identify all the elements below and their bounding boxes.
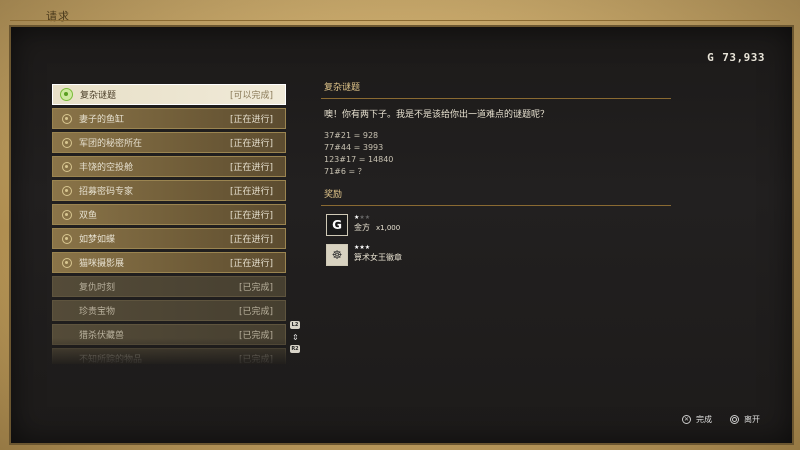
circle-button-icon	[730, 415, 739, 424]
quest-marker-icon	[62, 161, 72, 172]
quest-item[interactable]: 丰饶的空投舱 [正在进行]	[52, 156, 286, 177]
quest-detail: 复杂谜题 噢！你有两下子。我是不是该给你出一道难点的谜题呢？ 37#21 = 9…	[321, 80, 671, 266]
quest-status: [正在进行]	[229, 259, 273, 269]
quest-name: 招募密码专家	[79, 187, 134, 197]
quest-item[interactable]: 复杂谜题 [可以完成]	[52, 84, 286, 105]
puzzle-line: 77#44 = 3993	[324, 143, 384, 152]
reward-name: 算术女王徽章	[354, 252, 408, 263]
gold-coin-icon: G	[326, 214, 348, 236]
quest-marker-icon	[62, 113, 72, 124]
quest-item[interactable]: 招募密码专家 [正在进行]	[52, 180, 286, 201]
title-divider	[10, 20, 780, 21]
quest-status: [正在进行]	[229, 115, 273, 125]
quest-item[interactable]: 妻子的鱼缸 [正在进行]	[52, 108, 286, 129]
up-down-arrows-icon: ⇕	[292, 333, 299, 342]
currency-amount: 73,933	[722, 51, 765, 64]
puzzle-line: 37#21 = 928	[324, 131, 379, 140]
rewards-divider	[321, 205, 671, 206]
quest-status: [已完成]	[238, 355, 273, 364]
quest-item[interactable]: 猎杀伏藏兽 [已完成]	[52, 324, 286, 345]
quest-status: [已完成]	[238, 283, 273, 293]
quest-item[interactable]: 珍贵宝物 [已完成]	[52, 300, 286, 321]
quest-name: 不知所踪的物品	[79, 355, 143, 364]
quest-item[interactable]: 双鱼 [正在进行]	[52, 204, 286, 225]
quest-name: 妻子的鱼缸	[79, 115, 125, 125]
quest-name: 复杂谜题	[80, 91, 117, 101]
quest-status: [可以完成]	[229, 91, 273, 101]
scroll-down-button[interactable]: R2	[290, 345, 300, 353]
rewards-title: 奖励	[324, 190, 343, 200]
quest-marker-icon	[62, 137, 72, 148]
quest-name: 如梦如蝶	[79, 235, 116, 245]
quest-status: [已完成]	[238, 307, 273, 317]
cross-button-icon: ✕	[682, 415, 691, 424]
quest-status: [正在进行]	[229, 163, 273, 173]
gold-icon: G	[707, 51, 715, 64]
scroll-hint: L2 ⇕ R2	[290, 321, 302, 355]
footer-actions: ✕ 完成 离开	[664, 414, 760, 425]
reward-name-text: 金方	[354, 223, 370, 232]
detail-description: 噢！你有两下子。我是不是该给你出一道难点的谜题呢？	[324, 110, 550, 120]
quest-status: [正在进行]	[229, 187, 273, 197]
badge-icon: ☸	[326, 244, 348, 266]
puzzle-line: 123#17 = 14840	[324, 155, 394, 164]
quest-status: [正在进行]	[229, 211, 273, 221]
reward-quantity: x1,000	[376, 224, 401, 232]
quest-item[interactable]: 不知所踪的物品 [已完成]	[52, 348, 286, 364]
puzzle-lines: 37#21 = 928 77#44 = 3993 123#17 = 14840 71#…	[324, 130, 671, 178]
quest-item[interactable]: 复仇时刻 [已完成]	[52, 276, 286, 297]
leave-button[interactable]: 离开	[730, 414, 760, 425]
rewards-list: G ★★★ 金方 x1,000 ☸ ★★★ 算术女王徽章	[321, 214, 671, 266]
reward-item: ☸ ★★★ 算术女王徽章	[326, 244, 671, 266]
quest-marker-icon	[62, 185, 72, 196]
quest-marker-icon	[62, 233, 72, 244]
quest-name: 猫咪摄影展	[79, 259, 125, 269]
quest-name: 双鱼	[79, 211, 98, 221]
quest-marker-icon	[62, 209, 72, 220]
quest-list: 复杂谜题 [可以完成] 妻子的鱼缸 [正在进行] 军团的秘密所在 [正在进行] 丰饶的空投舱…	[52, 84, 286, 364]
rarity-stars: ★★★	[354, 244, 371, 251]
quest-name: 复仇时刻	[79, 283, 116, 293]
quest-name: 军团的秘密所在	[79, 139, 143, 149]
currency-display: G 73,933	[707, 51, 765, 64]
reward-name: 金方 x1,000	[354, 222, 400, 233]
reward-item: G ★★★ 金方 x1,000	[326, 214, 671, 236]
quest-status: [正在进行]	[229, 139, 273, 149]
quest-name: 珍贵宝物	[79, 307, 116, 317]
complete-label: 完成	[696, 415, 712, 424]
puzzle-line: 71#6 = ？	[324, 167, 366, 176]
complete-button[interactable]: ✕ 完成	[682, 414, 712, 425]
detail-divider	[321, 98, 671, 99]
scroll-up-button[interactable]: L2	[290, 321, 300, 329]
window-title: 请求	[46, 10, 70, 23]
leave-label: 离开	[744, 415, 760, 424]
quest-name: 丰饶的空投舱	[79, 163, 134, 173]
reward-name-text: 算术女王徽章	[354, 253, 402, 262]
quest-marker-icon	[62, 257, 72, 268]
quest-name: 猎杀伏藏兽	[79, 331, 125, 341]
quest-item[interactable]: 如梦如蝶 [正在进行]	[52, 228, 286, 249]
detail-title: 复杂谜题	[324, 83, 361, 93]
quest-status: [已完成]	[238, 331, 273, 341]
quest-item[interactable]: 军团的秘密所在 [正在进行]	[52, 132, 286, 153]
quest-status: [正在进行]	[229, 235, 273, 245]
quest-item[interactable]: 猫咪摄影展 [正在进行]	[52, 252, 286, 273]
quest-complete-icon	[60, 88, 73, 101]
rarity-stars: ★★★	[354, 214, 371, 221]
